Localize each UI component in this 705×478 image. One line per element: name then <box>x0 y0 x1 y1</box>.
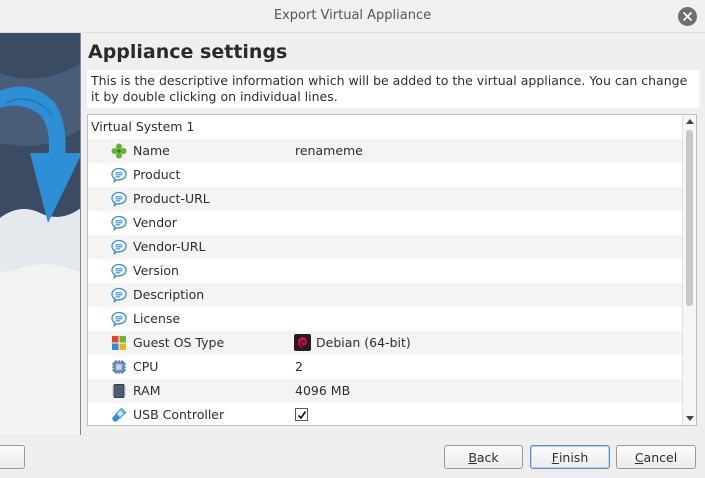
description-icon <box>111 311 127 327</box>
tree-row-label: CPU <box>133 359 159 374</box>
tree-row-label: Name <box>133 143 170 158</box>
tree-row-label: Product-URL <box>133 191 210 206</box>
checkmark-icon <box>297 410 306 419</box>
tree-row-label: Description <box>133 287 205 302</box>
scroll-up-button[interactable] <box>683 115 696 128</box>
tree-row-product-url[interactable]: Product-URL <box>88 187 682 211</box>
expert-mode-button[interactable] <box>0 445 25 469</box>
description-icon <box>111 287 127 303</box>
description-icon <box>111 191 127 207</box>
wizard-side-image <box>0 33 81 435</box>
tree-row-label: Version <box>133 263 179 278</box>
close-button[interactable] <box>678 7 697 26</box>
page-heading: Appliance settings <box>88 41 288 63</box>
tree-row-value: 2 <box>295 359 303 374</box>
tree-row-usb-controller[interactable]: USB Controller <box>88 403 682 425</box>
appliance-settings-tree[interactable]: Virtual System 1 Name renameme Product Prod… <box>87 114 697 426</box>
arrow-up-icon <box>685 119 694 124</box>
scrollbar-thumb[interactable] <box>686 130 693 306</box>
ram-icon <box>111 383 127 399</box>
tree-row-version[interactable]: Version <box>88 259 682 283</box>
tree-row-guest-os-type[interactable]: Guest OS Type Debian (64-bit) <box>88 331 682 355</box>
tree-group-virtual-system[interactable]: Virtual System 1 <box>88 115 682 139</box>
tree-row-label: USB Controller <box>133 407 225 422</box>
tree-row-label: License <box>133 311 181 326</box>
finish-mnemonic: F <box>551 449 559 465</box>
back-button[interactable]: Back <box>444 445 523 469</box>
description-icon <box>111 239 127 255</box>
close-icon <box>683 12 692 21</box>
description-icon <box>111 167 127 183</box>
tree-row-value: renameme <box>295 143 363 158</box>
title-bar: Export Virtual Appliance <box>0 0 705 33</box>
cancel-mnemonic: C <box>634 449 644 465</box>
back-mnemonic: B <box>468 449 477 465</box>
tree-row-product[interactable]: Product <box>88 163 682 187</box>
name-icon <box>111 143 127 159</box>
tree-row-cpu[interactable]: CPU 2 <box>88 355 682 379</box>
tree-row-label: Vendor-URL <box>133 239 206 254</box>
debian-icon <box>294 334 311 351</box>
tree-row-vendor-url[interactable]: Vendor-URL <box>88 235 682 259</box>
description-icon <box>111 215 127 231</box>
tree-row-vendor[interactable]: Vendor <box>88 211 682 235</box>
tree-row-label: Vendor <box>133 215 177 230</box>
usb-controller-checkbox[interactable] <box>295 408 308 421</box>
vertical-scrollbar[interactable] <box>682 115 696 425</box>
cancel-button[interactable]: Cancel <box>616 445 696 469</box>
tree-row-label: Guest OS Type <box>133 335 225 350</box>
tree-row-label: Product <box>133 167 181 182</box>
tree-row-ram[interactable]: RAM 4096 MB <box>88 379 682 403</box>
tree-row-description[interactable]: Description <box>88 283 682 307</box>
finish-button[interactable]: Finish <box>530 445 610 469</box>
main-content: Appliance settings This is the descripti… <box>82 33 705 435</box>
cpu-icon <box>111 359 127 375</box>
back-label: ack <box>476 449 499 465</box>
tree-row-name[interactable]: Name renameme <box>88 139 682 163</box>
tree-row-value: Debian (64-bit) <box>316 335 411 350</box>
tree-row-value: 4096 MB <box>295 383 351 398</box>
scroll-down-button[interactable] <box>683 412 696 425</box>
os-type-icon <box>111 335 127 351</box>
finish-label: inish <box>558 449 589 465</box>
cancel-label: ancel <box>643 449 678 465</box>
description-icon <box>111 263 127 279</box>
window-title: Export Virtual Appliance <box>273 8 432 23</box>
tree-group-label: Virtual System 1 <box>91 119 195 134</box>
tree-row-label: RAM <box>133 383 161 398</box>
dialog-footer: Back Finish Cancel <box>0 435 705 478</box>
page-description: This is the descriptive information whic… <box>87 70 699 108</box>
arrow-down-icon <box>685 416 694 421</box>
tree-row-license[interactable]: License <box>88 307 682 331</box>
usb-icon <box>111 407 127 423</box>
